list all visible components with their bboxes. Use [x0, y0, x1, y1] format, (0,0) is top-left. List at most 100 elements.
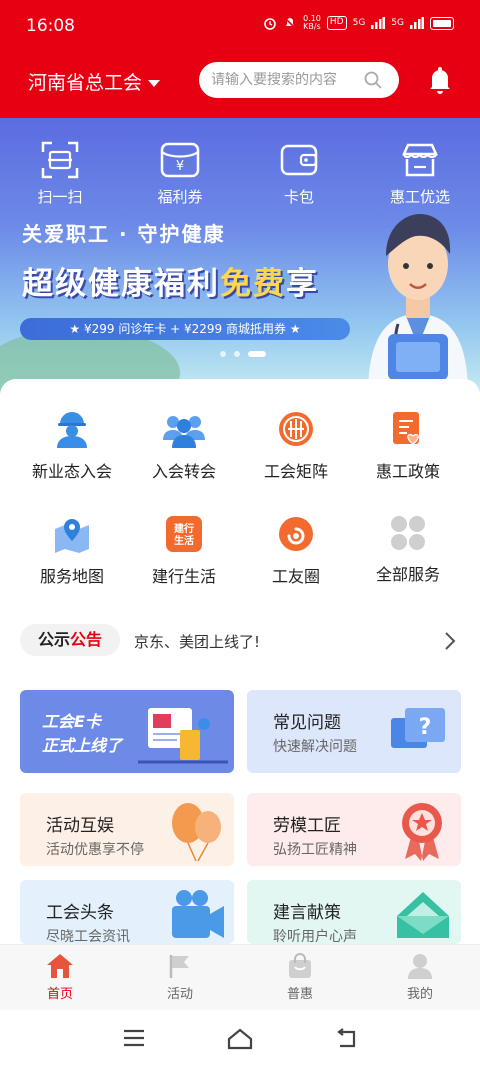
shop-icon — [402, 143, 438, 177]
service-map[interactable]: 服务地图 — [12, 515, 132, 587]
home-nav-icon[interactable] — [226, 1028, 254, 1050]
service-ccb-life[interactable]: 建行 生活 建行生活 — [124, 515, 244, 587]
status-bar: 16:08 0.10 KB/s HD 5G 5G — [0, 0, 480, 52]
banner-headline: 超级健康福利免费享 — [22, 258, 319, 303]
medal-icon — [402, 803, 442, 861]
announcement-text: 京东、美团上线了! — [134, 633, 261, 651]
signal-bars-icon — [371, 17, 386, 29]
quick-action-shop[interactable]: 惠工优选 — [370, 140, 470, 207]
quick-action-label: 扫一扫 — [37, 188, 83, 206]
service-label: 惠工政策 — [375, 462, 440, 481]
signal-5g-2: 5G — [391, 18, 404, 28]
headline-highlight: 免费 — [220, 266, 286, 302]
tile-title: 工会头条 — [46, 903, 114, 923]
headline-part: 享 — [286, 266, 319, 302]
status-icons: 0.10 KB/s HD 5G 5G — [263, 15, 454, 31]
headline-part: 超级健康福利 — [22, 266, 220, 302]
tile-headlines[interactable]: 工会头条 尽晓工会资讯 — [20, 880, 234, 944]
tile-subtitle: 活动优惠享不停 — [46, 842, 144, 858]
service-label: 新业态入会 — [31, 462, 112, 481]
worker-icon — [57, 412, 87, 448]
bell-icon[interactable] — [427, 66, 453, 94]
union-matrix-icon — [279, 412, 313, 446]
mail-icon — [397, 892, 449, 938]
service-policy[interactable]: 惠工政策 — [348, 410, 468, 482]
tile-model-workers[interactable]: 劳模工匠 弘扬工匠精神 — [247, 793, 461, 866]
hd-icon: HD — [326, 16, 347, 30]
tile-subtitle: 正式上线了 — [42, 736, 123, 755]
search-input[interactable] — [211, 72, 363, 88]
caret-down-icon — [148, 79, 161, 87]
banner-pager — [220, 351, 266, 357]
tab-label: 普惠 — [286, 987, 313, 1002]
system-nav-bar — [0, 1010, 480, 1067]
policy-icon — [393, 412, 419, 445]
region-label: 河南省总工会 — [28, 72, 143, 94]
wallet-icon — [280, 144, 318, 176]
bottom-tab-bar: 首页 活动 普惠 我的 — [0, 944, 480, 1010]
tile-activities[interactable]: 活动互娱 活动优惠享不停 — [20, 793, 234, 866]
announcement-bar[interactable]: 公示公告 京东、美团上线了! — [20, 621, 460, 661]
region-selector[interactable]: 河南省总工会 — [28, 68, 161, 95]
tile-subtitle: 快速解决问题 — [273, 739, 357, 755]
ccb-life-icon: 建行生活 — [166, 516, 202, 552]
service-all[interactable]: 全部服务 — [348, 515, 468, 585]
tab-label: 活动 — [166, 987, 193, 1002]
quick-action-scan[interactable]: 扫一扫 — [10, 140, 110, 207]
quick-action-coupon[interactable]: ¥ 福利券 — [130, 140, 230, 207]
circle-icon — [279, 517, 313, 551]
service-worker-circle[interactable]: 工友圈 — [236, 515, 356, 587]
tab-activities[interactable]: 活动 — [120, 953, 240, 1002]
coupon-icon: ¥ — [160, 142, 200, 178]
tab-profile[interactable]: 我的 — [360, 953, 480, 1002]
pager-dot — [234, 351, 240, 357]
tab-benefits[interactable]: 普惠 — [240, 953, 360, 1002]
home-icon — [47, 954, 73, 978]
tile-subtitle: 弘扬工匠精神 — [273, 842, 357, 858]
search-icon[interactable] — [363, 70, 383, 90]
quick-action-label: 卡包 — [283, 188, 314, 206]
tile-title: 常见问题 — [273, 713, 341, 733]
service-union-matrix[interactable]: 工会矩阵 — [236, 410, 356, 482]
search-box[interactable] — [199, 62, 399, 98]
signal-bars-icon — [410, 17, 424, 29]
promo-banner[interactable]: 扫一扫 ¥ 福利券 卡包 惠工优选 关爱职工 · 守护健康 超级健康福利免费享 … — [0, 118, 480, 394]
mute-icon — [284, 17, 296, 29]
banner-slogan: 关爱职工 · 守护健康 — [22, 222, 226, 246]
doctor-illustration — [368, 214, 468, 394]
tab-label: 首页 — [46, 987, 73, 1002]
menu-icon[interactable] — [122, 1028, 146, 1048]
members-icon — [163, 416, 205, 448]
battery-icon — [430, 16, 454, 30]
flag-icon — [169, 955, 189, 978]
tile-union-ecard[interactable]: 工会E卡 正式上线了 — [20, 690, 234, 773]
svg-text:¥: ¥ — [176, 159, 184, 174]
tile-title: 建言献策 — [273, 903, 341, 923]
top-header: 河南省总工会 — [0, 52, 480, 118]
tile-suggestions[interactable]: 建言献策 聆听用户心声 — [247, 880, 461, 944]
service-label: 工友圈 — [271, 567, 320, 586]
tab-home[interactable]: 首页 — [0, 953, 120, 1002]
svg-text:生活: 生活 — [174, 534, 194, 547]
all-services-icon — [391, 516, 425, 550]
tag-text: 公示 — [37, 630, 70, 649]
service-label: 工会矩阵 — [263, 462, 328, 481]
pager-dot-active — [248, 351, 266, 357]
quick-action-wallet[interactable]: 卡包 — [249, 140, 349, 207]
back-icon[interactable] — [334, 1028, 358, 1050]
service-join-transfer[interactable]: 入会转会 — [124, 410, 244, 482]
chevron-right-icon[interactable] — [444, 631, 456, 651]
tile-subtitle: 尽晓工会资讯 — [46, 929, 130, 944]
question-bubble-icon: ? — [391, 708, 445, 748]
map-icon — [55, 519, 89, 553]
announcement-tag: 公示公告 — [20, 624, 120, 656]
tag-text-red: 公告 — [70, 630, 103, 649]
tile-subtitle: 聆听用户心声 — [273, 929, 357, 944]
service-label: 建行生活 — [151, 567, 216, 586]
quick-action-label: 福利券 — [157, 188, 203, 206]
balloons-icon — [172, 803, 221, 862]
tile-faq[interactable]: 常见问题 快速解决问题 ? — [247, 690, 461, 773]
service-new-member[interactable]: 新业态入会 — [12, 410, 132, 482]
bag-icon — [289, 953, 311, 978]
status-time: 16:08 — [26, 16, 75, 36]
